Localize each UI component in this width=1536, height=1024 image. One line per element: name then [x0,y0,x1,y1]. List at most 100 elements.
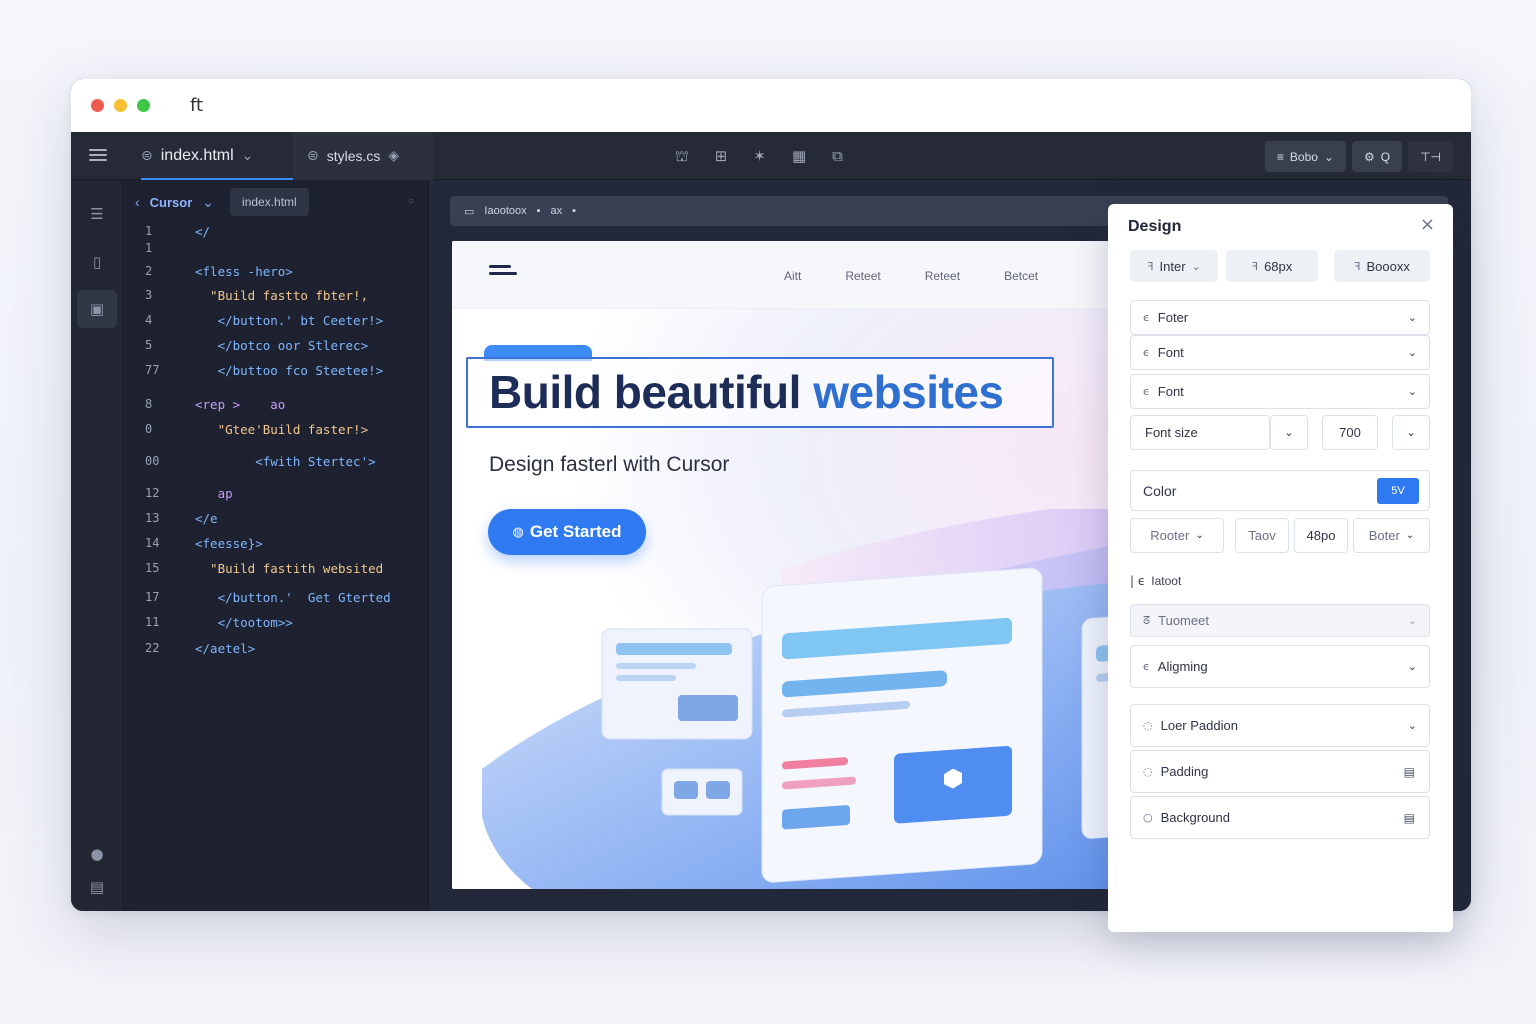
nav-link[interactable]: Reteet [925,269,960,283]
chevron-down-icon[interactable]: ⌄ [242,148,254,164]
font-family-chip[interactable]: ꟻ Inter ⌄ [1130,250,1218,282]
code-line[interactable]: 77 </buttoo fco Steetee!> [123,363,428,383]
grid-icon[interactable]: ▤ [1404,811,1415,825]
font-size-dropdown[interactable]: ⌄ [1270,415,1308,450]
code-line[interactable]: 3 "Build fastto fbter!, [123,288,428,308]
user-icon[interactable]: ● [85,842,109,866]
explorer-icon[interactable]: ☰ [85,202,109,226]
color-label: Color [1143,482,1177,499]
device-icon[interactable]: ▭ [464,205,474,218]
select-field-3[interactable]: ϵ Font ⌄ [1130,374,1430,409]
line-number: 0 [145,422,153,436]
mode-label: Bobo [1289,149,1318,164]
select-field-1[interactable]: ϵ Foter ⌄ [1130,300,1430,335]
line-number: 17 [145,590,160,604]
code-line[interactable]: 5 </botco oor Stlerec> [123,338,428,358]
lock-icon[interactable]: ▪ [537,205,541,217]
line-number: 13 [145,511,160,525]
select-field-2[interactable]: ϵ Font ⌄ [1130,335,1430,370]
layout-icon[interactable]: ⊞ [715,147,728,167]
hero-title-main: Build beautiful [489,366,801,418]
breadcrumb-cursor[interactable]: Cursor [150,195,193,210]
line-text: <feesse}> [195,536,263,551]
code-line[interactable]: 2 <fless -hero> [123,264,428,284]
magic-icon[interactable]: ✶ [753,147,766,167]
row2-a-value: Rooter [1150,528,1190,543]
font-weight-dropdown[interactable]: ⌄ [1392,415,1430,450]
font-weight-input[interactable]: 700 [1322,415,1378,450]
grid-icon[interactable]: ▤ [1404,765,1415,779]
hero-subtitle[interactable]: Design fasterl with Cursor [489,453,729,477]
hamburger-icon[interactable] [489,265,517,279]
code-line[interactable]: 15 "Build fastith websited [123,561,428,581]
menu-icon[interactable] [89,146,107,164]
mode-dropdown[interactable]: ≡ Bobo ⌄ [1264,141,1346,172]
row2-d-value: Boter [1368,528,1400,543]
nav-link[interactable]: Betcet [1004,269,1038,283]
row2-input-c[interactable]: 48po [1294,518,1348,553]
panel-title: Design [1128,218,1182,235]
code-line[interactable]: 13 </e [123,511,428,531]
code-line[interactable]: 4 </button.' bt Ceeter!> [123,313,428,333]
padding-label: Padding [1160,764,1209,779]
search-button[interactable]: ⚙ Q [1351,141,1403,172]
close-window-button[interactable] [91,99,104,112]
code-line[interactable]: 8 <rep > ao [123,397,428,417]
more-button[interactable]: ⊤⊣ [1408,141,1453,172]
grid-icon[interactable]: ▦ [792,147,806,167]
chevron-down-icon[interactable]: ⌄ [202,194,214,211]
hero-title[interactable]: Build beautiful websites [489,365,1004,419]
code-line[interactable]: 0 "Gtee'Build faster!> [123,422,428,442]
field-value: Font [1157,384,1184,399]
nav-link[interactable]: Aitt [784,269,801,283]
tab-index-html[interactable]: ⊜ index.html ⌄ [141,132,293,180]
row2-select-d[interactable]: Boter ⌄ [1353,518,1430,553]
code-line[interactable]: 14 <feesse}> [123,536,428,556]
book-icon[interactable]: ▯ [85,250,109,274]
font-size-label: Font size [1145,425,1198,440]
component-icon[interactable]: ⛫ [675,147,689,167]
background-row[interactable]: ○ Background ▤ [1130,796,1430,839]
code-line[interactable]: 22 </aetel> [123,641,428,661]
field-value: Font [1157,345,1184,360]
code-line[interactable]: 12 ap [123,486,428,506]
style-chip[interactable]: ꟻ Boooxx [1334,250,1430,282]
more-icon: ⊤⊣ [1420,149,1441,164]
code-line[interactable]: 11 </tootom>> [123,615,428,635]
code-line[interactable]: 1 [123,241,428,261]
eye-icon[interactable]: ◈ [388,148,399,164]
nav-link[interactable]: Reteet [845,269,880,283]
color-field[interactable]: Color 5V [1130,470,1430,511]
table-icon[interactable]: ▤ [85,875,109,899]
preview-nav: Aitt Reteet Reteet Betcet [452,241,1172,309]
alignment-select[interactable]: ϵ Aligming ⌄ [1130,645,1430,688]
line-number: 2 [145,264,153,278]
code-line[interactable]: 00 <fwith Stertec'> [123,454,428,474]
line-text: </tootom>> [195,615,293,630]
site-preview[interactable]: Aitt Reteet Reteet Betcet Build beautifu… [452,241,1172,889]
padding-row[interactable]: ◌ Padding ▤ [1130,750,1430,793]
get-started-button[interactable]: ◍ Get Started [488,509,646,555]
style-value: Boooxx [1366,258,1410,274]
design-icon[interactable]: ▣ [77,290,117,328]
loer-padding-select[interactable]: ◌ Loer Paddion ⌄ [1130,704,1430,747]
image-icon[interactable]: ▪ [572,205,576,217]
tab-styles-css[interactable]: ⊜ styles.cs ◈ [293,132,433,180]
export-icon[interactable]: ⧉ [832,147,843,167]
font-size-input[interactable]: Font size [1130,415,1270,450]
section-select[interactable]: ᘔ Tuomeet ⌄ [1130,604,1430,637]
code-editor[interactable]: ‹ Cursor ⌄ index.html ○ 1 </1 2 <fless -her… [123,180,429,911]
back-icon[interactable]: ‹ [135,194,140,210]
font-icon: ϵ [1143,385,1150,398]
maximize-window-button[interactable] [137,99,150,112]
color-swatch[interactable]: 5V [1377,478,1419,504]
font-icon: ϵ [1143,311,1150,324]
line-number: 77 [145,363,160,377]
close-icon[interactable]: × [1420,214,1435,235]
file-chip[interactable]: index.html [230,188,309,216]
row2-select-b[interactable]: Taov [1235,518,1289,553]
code-line[interactable]: 17 </button.' Get Gterted [123,590,428,610]
minimize-window-button[interactable] [114,99,127,112]
font-size-chip[interactable]: ꟻ 68px [1226,250,1318,282]
row2-select-a[interactable]: Rooter ⌄ [1130,518,1224,553]
